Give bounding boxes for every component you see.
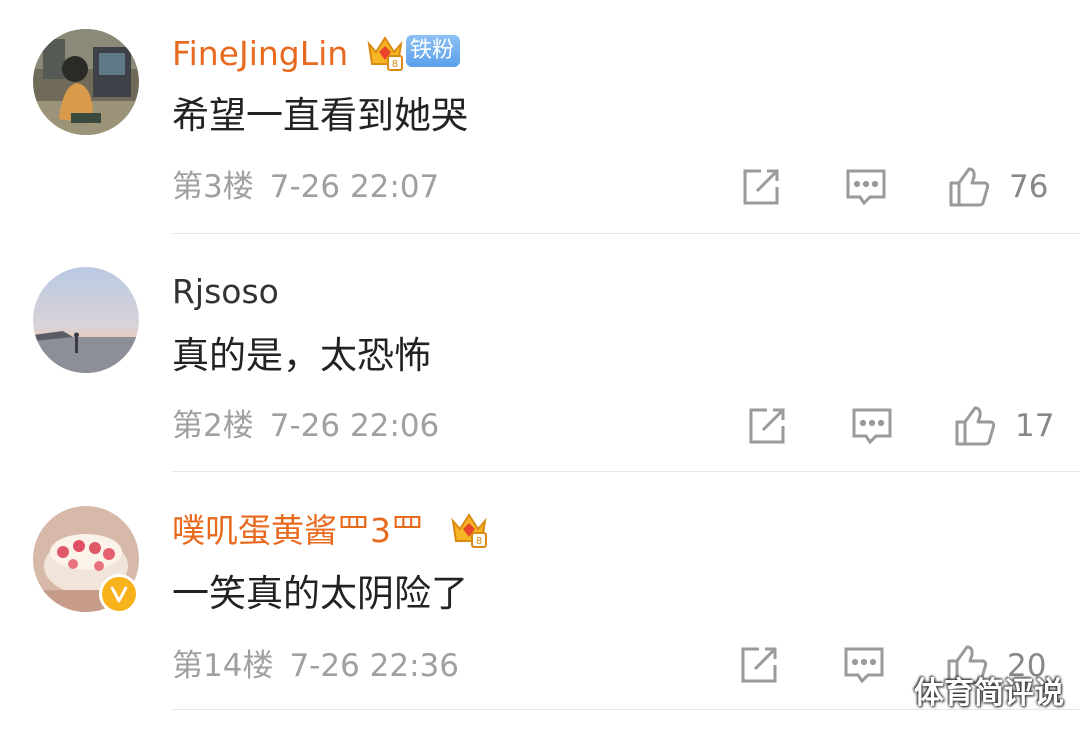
watermark: 体育简评说 <box>914 676 1064 711</box>
reply-icon[interactable] <box>850 404 894 448</box>
comment-text: 真的是，太恐怖 <box>172 334 431 377</box>
comment-meta: 第14楼 7-26 22:36 <box>172 646 459 686</box>
timestamp: 7-26 22:06 <box>269 408 440 444</box>
username[interactable]: 噗叽蛋黄酱罒3罒 <box>172 511 424 551</box>
avatar[interactable] <box>33 29 139 135</box>
timestamp: 7-26 22:07 <box>269 169 440 205</box>
crown-vip-icon[interactable]: 8 <box>364 30 406 72</box>
verified-icon <box>99 574 139 614</box>
svg-text:8: 8 <box>476 536 482 547</box>
crown-vip-icon[interactable]: 8 <box>448 507 490 549</box>
avatar[interactable] <box>33 267 139 373</box>
share-icon[interactable] <box>737 643 781 687</box>
divider <box>172 471 1080 472</box>
like-count: 76 <box>1009 169 1049 205</box>
share-icon[interactable] <box>739 165 783 209</box>
floor-number: 第3楼 <box>172 169 254 205</box>
comment-meta: 第3楼 7-26 22:07 <box>172 167 439 207</box>
floor-number: 第2楼 <box>172 408 254 444</box>
timestamp: 7-26 22:36 <box>289 648 459 684</box>
like-icon[interactable] <box>947 165 991 209</box>
comment-text: 一笑真的太阴险了 <box>172 572 468 615</box>
comment-text: 希望一直看到她哭 <box>172 94 468 137</box>
like-icon[interactable] <box>953 404 997 448</box>
comment-item: FineJingLin 8 铁粉 希望一直看到她哭 第3楼 7-26 22:07 … <box>0 0 1080 238</box>
fan-badge[interactable]: 铁粉 <box>406 35 461 67</box>
like-count: 17 <box>1015 408 1055 444</box>
reply-icon[interactable] <box>842 643 886 687</box>
comment-item: Rjsoso 真的是，太恐怖 第2楼 7-26 22:06 17 <box>0 238 1080 476</box>
share-icon[interactable] <box>745 404 789 448</box>
comment-list: FineJingLin 8 铁粉 希望一直看到她哭 第3楼 7-26 22:07 … <box>0 0 1080 730</box>
username[interactable]: Rjsoso <box>172 272 279 312</box>
floor-number: 第14楼 <box>172 648 274 684</box>
svg-text:8: 8 <box>392 59 398 70</box>
username[interactable]: FineJingLin <box>172 34 348 74</box>
divider <box>172 233 1080 234</box>
comment-meta: 第2楼 7-26 22:06 <box>172 406 439 446</box>
reply-icon[interactable] <box>844 165 888 209</box>
